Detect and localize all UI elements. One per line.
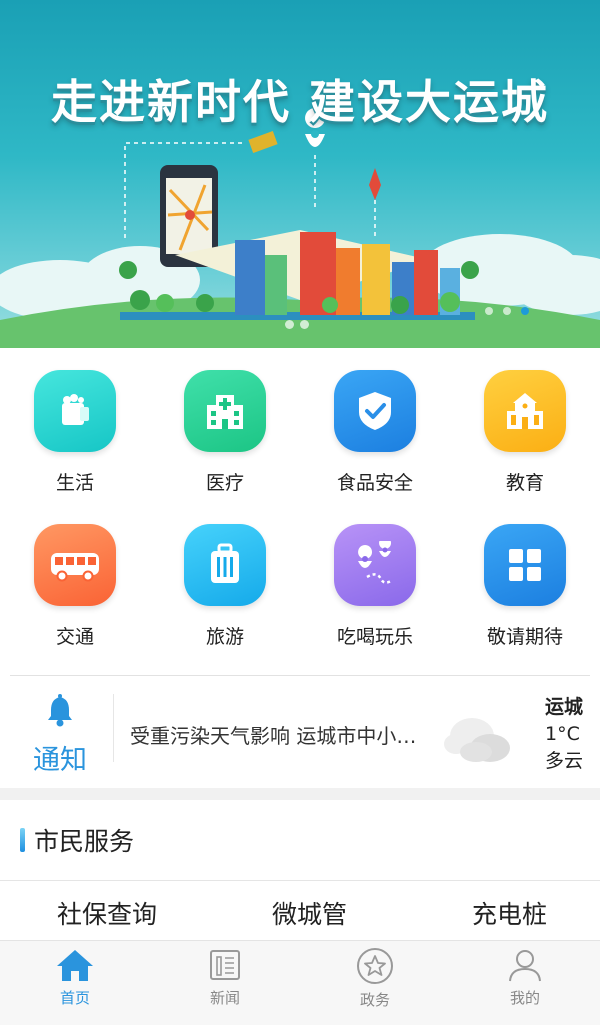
category-label: 敬请期待	[486, 626, 563, 648]
citizen-services-header: 市民服务	[0, 800, 600, 880]
tab-news[interactable]: 新闻	[150, 941, 300, 1025]
service-social-security[interactable]: 社保查询	[57, 895, 157, 931]
notice-badge: 通知	[28, 694, 92, 777]
cloud-icon	[444, 718, 510, 762]
basket-icon	[34, 370, 116, 452]
weather-temp: 1°C	[545, 723, 580, 745]
carousel-dot-3[interactable]	[521, 307, 529, 315]
tab-label: 首页	[59, 989, 90, 1007]
weather-widget[interactable]: 运城 1°C 多云	[545, 694, 583, 775]
category-food-safety[interactable]: 食品安全	[300, 370, 450, 494]
tab-label: 我的	[509, 989, 540, 1007]
grid-icon	[484, 524, 566, 606]
category-life[interactable]: 生活	[0, 370, 150, 494]
notice-label: 通知	[33, 745, 87, 776]
user-icon	[509, 950, 541, 982]
carousel-dot-2[interactable]	[503, 307, 511, 315]
category-label: 医疗	[205, 472, 244, 494]
divider	[113, 694, 114, 762]
category-grid: 生活 医疗 食品安全 教育 交通 旅游 吃喝玩乐 敬请期待	[0, 370, 600, 648]
category-medical[interactable]: 医疗	[150, 370, 300, 494]
banner-carousel[interactable]: 走进新时代 建设大运城	[0, 0, 600, 348]
category-traffic[interactable]: 交通	[0, 524, 150, 648]
category-label: 教育	[505, 472, 544, 494]
star-circle-icon	[357, 948, 393, 984]
tab-home[interactable]: 首页	[0, 941, 150, 1025]
tab-label: 新闻	[209, 989, 240, 1007]
city-illustration	[0, 108, 600, 348]
hospital-icon	[184, 370, 266, 452]
carousel-indicator[interactable]	[485, 307, 529, 315]
carousel-dot-1[interactable]	[485, 307, 493, 315]
weather-condition: 多云	[545, 750, 584, 772]
tab-government[interactable]: 政务	[300, 941, 450, 1025]
section-title: 市民服务	[34, 827, 135, 856]
service-city-management[interactable]: 微城管	[272, 895, 347, 931]
banner-title: 走进新时代 建设大运城	[50, 75, 549, 129]
category-label: 吃喝玩乐	[336, 626, 413, 648]
tab-label: 政务	[359, 991, 390, 1009]
notice-bar[interactable]: 通知 受重污染天气影响 运城市中小… 运城 1°C 多云	[0, 676, 600, 788]
category-label: 生活	[55, 472, 94, 494]
section-gap	[0, 788, 600, 800]
news-icon	[210, 950, 240, 980]
bus-icon	[34, 524, 116, 606]
school-icon	[484, 370, 566, 452]
bottom-tab-bar: 首页 新闻 政务 我的	[0, 940, 600, 1025]
category-coming-soon[interactable]: 敬请期待	[450, 524, 600, 648]
category-label: 食品安全	[336, 472, 413, 494]
shield-check-icon	[334, 370, 416, 452]
category-education[interactable]: 教育	[450, 370, 600, 494]
home-icon	[57, 950, 93, 981]
notice-text[interactable]: 受重污染天气影响 运城市中小…	[130, 720, 440, 749]
bell-icon	[48, 694, 72, 727]
weather-city: 运城	[545, 696, 584, 718]
category-label: 交通	[55, 626, 94, 648]
carousel-indicator-center	[285, 320, 309, 329]
service-charging-pile[interactable]: 充电桩	[472, 895, 547, 931]
luggage-icon	[184, 524, 266, 606]
section-accent-bar	[20, 828, 25, 852]
category-entertainment[interactable]: 吃喝玩乐	[300, 524, 450, 648]
citizen-services-list: 社保查询 微城管 充电桩	[0, 895, 600, 940]
category-travel[interactable]: 旅游	[150, 524, 300, 648]
category-label: 旅游	[205, 626, 244, 648]
tab-mine[interactable]: 我的	[450, 941, 600, 1025]
map-pins-icon	[334, 524, 416, 606]
divider	[0, 880, 600, 881]
